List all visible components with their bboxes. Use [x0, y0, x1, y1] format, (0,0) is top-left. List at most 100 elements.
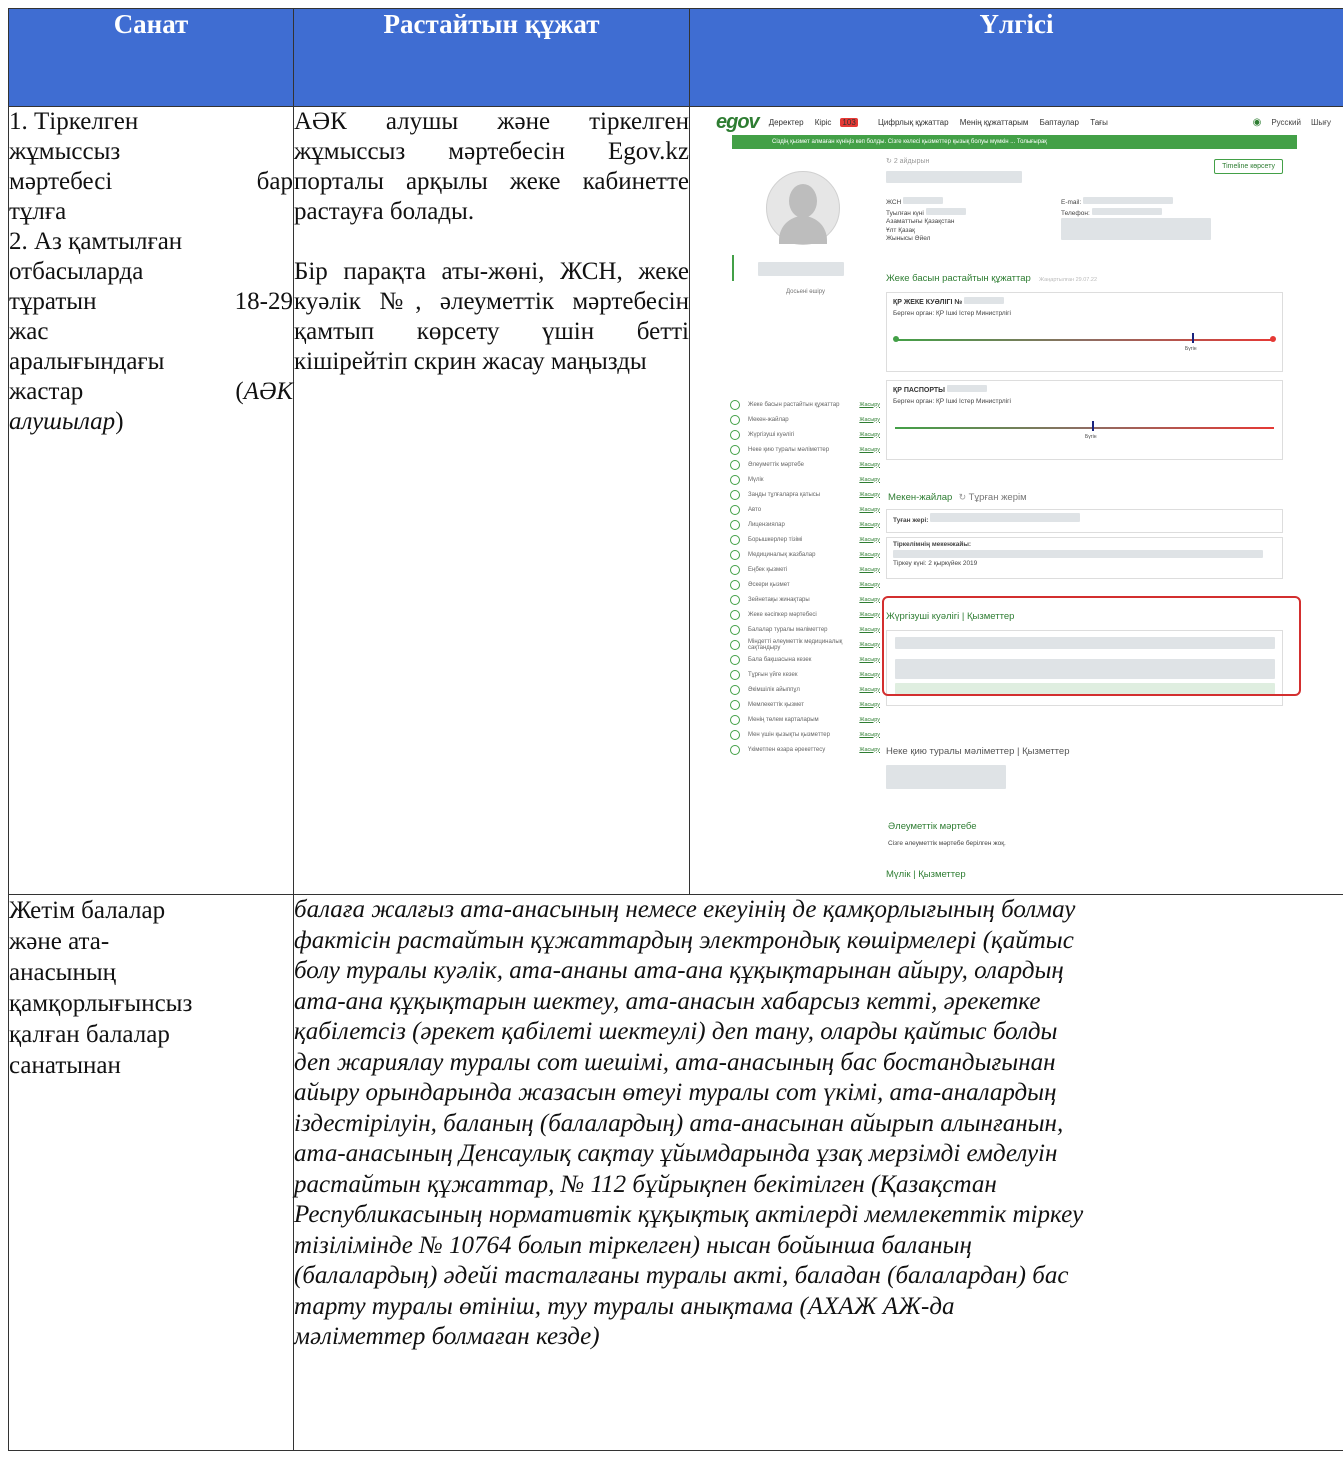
nav-item[interactable]: Менің құжаттарым [960, 118, 1029, 127]
sidebar-hide-link[interactable]: Жасыру [859, 477, 880, 483]
sidebar-item[interactable]: Мүлік Жасыру [730, 472, 880, 487]
sidebar-item[interactable]: Авто Жасыру [730, 502, 880, 517]
section-title[interactable]: Мүлік | Қызметтер [886, 869, 966, 880]
sidebar-hide-link[interactable]: Жасыру [859, 687, 880, 693]
sidebar-hide-link[interactable]: Жасыру [859, 612, 880, 618]
birth-place-card: Туған жері: [886, 509, 1283, 533]
category-line: жас [9, 318, 49, 345]
sidebar-hide-link[interactable]: Жасыру [859, 702, 880, 708]
sidebar-hide-link[interactable]: Жасыру [859, 432, 880, 438]
sidebar-item[interactable]: Лицензиялар Жасыру [730, 517, 880, 532]
sidebar-hide-link[interactable]: Жасыру [859, 747, 880, 753]
delete-dossier-link[interactable]: Досьені өшіру [786, 289, 825, 295]
section-subtitle: Тұрған жерім [968, 492, 1027, 503]
eye-icon[interactable]: ◉ [1253, 117, 1262, 128]
egov-banner[interactable]: Сіздің қызмет алмаған күніңіз көп болды.… [732, 135, 1297, 149]
sidebar-hide-link[interactable]: Жасыру [859, 597, 880, 603]
sidebar-hide-link[interactable]: Жасыру [859, 492, 880, 498]
sidebar-item[interactable]: Еңбек қызметі Жасыру [730, 562, 880, 577]
sidebar-item[interactable]: Мекен-жайлар Жасыру [730, 412, 880, 427]
category-word: 18-29 [234, 288, 293, 315]
document-line: айыру орындарында жазасын өтеуі туралы с… [294, 1079, 1057, 1106]
nav-item[interactable]: Баптаулар [1040, 118, 1079, 127]
nav-item[interactable]: Кіріс 103 [815, 117, 867, 127]
table-row: 1. Тіркелген жұмыссыз мәртебесі бар тұлға… [8, 106, 1343, 895]
sidebar-hide-link[interactable]: Жасыру [859, 447, 880, 453]
sidebar-item[interactable]: Әкімшілік айыппұл Жасыру [730, 682, 880, 697]
nav-item[interactable]: Деректер [769, 118, 804, 127]
sidebar-hide-link[interactable]: Жасыру [859, 537, 880, 543]
sidebar-hide-link[interactable]: Жасыру [859, 717, 880, 723]
sidebar-hide-link[interactable]: Жасыру [859, 627, 880, 633]
sidebar-hide-link[interactable]: Жасыру [859, 567, 880, 573]
citizen-label: Азаматтығы [886, 218, 923, 225]
category-line: және ата- [9, 928, 110, 955]
category-line: жастар (АӘК [9, 377, 293, 407]
header-category: Санат [8, 8, 294, 107]
document-line: болу туралы куәлік, ата-ананы ата-ана құ… [294, 957, 1064, 984]
sidebar-item[interactable]: Мен үшін қызықты қызметтер Жасыру [730, 727, 880, 742]
sidebar-hide-link[interactable]: Жасыру [859, 657, 880, 663]
sidebar-hide-link[interactable]: Жасыру [859, 417, 880, 423]
sidebar-hide-link[interactable]: Жасыру [859, 552, 880, 558]
sidebar-item[interactable]: Жеке басын растайтын құжаттар Жасыру [730, 397, 880, 412]
document-line: деп жариялау туралы сот шешімі, ата-анас… [294, 1048, 1056, 1076]
document-paragraph: Бір парақта аты-жөні, ЖСН, жеке куәлік №… [294, 258, 689, 375]
card-org: Берген орган: ҚР Ішкі Істер Министрлігі [893, 310, 1011, 317]
sidebar-item-label: Мекен-жайлар [748, 416, 789, 423]
sidebar-item-icon [730, 414, 740, 425]
sidebar-item[interactable]: Менің төлем карталарым Жасыру [730, 712, 880, 727]
category-line: 1. Тіркелген [9, 108, 139, 135]
requirements-table: Санат Растайтын құжат Үлгісі 1. Тіркелге… [8, 8, 1343, 1451]
sidebar-item[interactable]: Тұрғын үйге кезек Жасыру [730, 667, 880, 682]
logout-link[interactable]: Шығу [1311, 118, 1331, 127]
sidebar-item[interactable]: Үкіметпен өзара әрекеттесу Жасыру [730, 742, 880, 757]
sidebar-item-label: Балалар туралы мәліметтер [748, 626, 828, 633]
sidebar-hide-link[interactable]: Жасыру [859, 672, 880, 678]
sidebar-hide-link[interactable]: Жасыру [859, 732, 880, 738]
sidebar-item[interactable]: Неке қию туралы мәліметтер Жасыру [730, 442, 880, 457]
sidebar-item[interactable]: Мемлекеттік қызмет Жасыру [730, 697, 880, 712]
sidebar-hide-link[interactable]: Жасыру [859, 507, 880, 513]
sidebar-item[interactable]: Медициналық жазбалар Жасыру [730, 547, 880, 562]
sidebar-item-icon [730, 534, 740, 545]
section-title: Мекен-жайлар [888, 492, 953, 503]
nav-item[interactable]: Тағы [1090, 118, 1108, 127]
sidebar-item[interactable]: Зейнетақы жинақтары Жасыру [730, 592, 880, 607]
phone-label: Телефон: [1061, 209, 1090, 217]
nav-item[interactable]: Цифрлық құжаттар [878, 118, 949, 127]
category-line: отбасыларда [9, 258, 144, 285]
category-line: жұмыссыз [9, 138, 121, 165]
sidebar-item-label: Неке қию туралы мәліметтер [748, 446, 830, 453]
sidebar-item[interactable]: Заңды тұлғаларға қатысы Жасыру [730, 487, 880, 502]
sidebar-item[interactable]: Борышкерлер тізімі Жасыру [730, 532, 880, 547]
sidebar-item[interactable]: Әлеуметтік мәртебе Жасыру [730, 457, 880, 472]
document-line: растайтын құжаттар, № 112 бұйрықпен бекі… [294, 1170, 997, 1198]
lang-switch[interactable]: Русский [1271, 118, 1301, 127]
category-word: бар [256, 168, 293, 195]
category-line: тұратын 18-29 [9, 287, 293, 317]
paren-close: ) [115, 408, 124, 435]
sidebar-item-icon [730, 744, 740, 755]
sidebar-hide-link[interactable]: Жасыру [859, 522, 880, 528]
sidebar-item-label: Менің төлем карталарым [748, 716, 819, 723]
sidebar-hide-link[interactable]: Жасыру [859, 642, 880, 648]
sidebar-item[interactable]: Бала бақшасына кезек Жасыру [730, 652, 880, 667]
sidebar-item[interactable]: Жүргізуші куәлігі Жасыру [730, 427, 880, 442]
sidebar-item[interactable]: Балалар туралы мәліметтер Жасыру [730, 622, 880, 637]
timeline-button[interactable]: Timeline көрсету [1214, 159, 1283, 174]
sidebar-item-icon [730, 714, 740, 725]
row2-category: Жетім балалар және ата- анасының қамқорл… [8, 894, 294, 1451]
sidebar-item[interactable]: Жеке кәсіпкер мәртебесі Жасыру [730, 607, 880, 622]
section-title[interactable]: Неке қию туралы мәліметтер | Қызметтер [886, 746, 1070, 757]
egov-main: ↻ 2 айдырын Timeline көрсету ЖСН Туылған… [886, 157, 1283, 880]
sidebar-item[interactable]: Міндетті әлеуметтік медициналық сақтанды… [730, 637, 880, 652]
sidebar-item-icon [730, 564, 740, 575]
sidebar-hide-link[interactable]: Жасыру [859, 582, 880, 588]
sidebar-item-icon [730, 489, 740, 500]
sidebar-hide-link[interactable]: Жасыру [859, 462, 880, 468]
category-line: мәртебесі бар [9, 167, 293, 197]
today-label: Бүгін [1085, 434, 1097, 440]
sidebar-item[interactable]: Әскери қызмет Жасыру [730, 577, 880, 592]
sidebar-hide-link[interactable]: Жасыру [859, 402, 880, 408]
